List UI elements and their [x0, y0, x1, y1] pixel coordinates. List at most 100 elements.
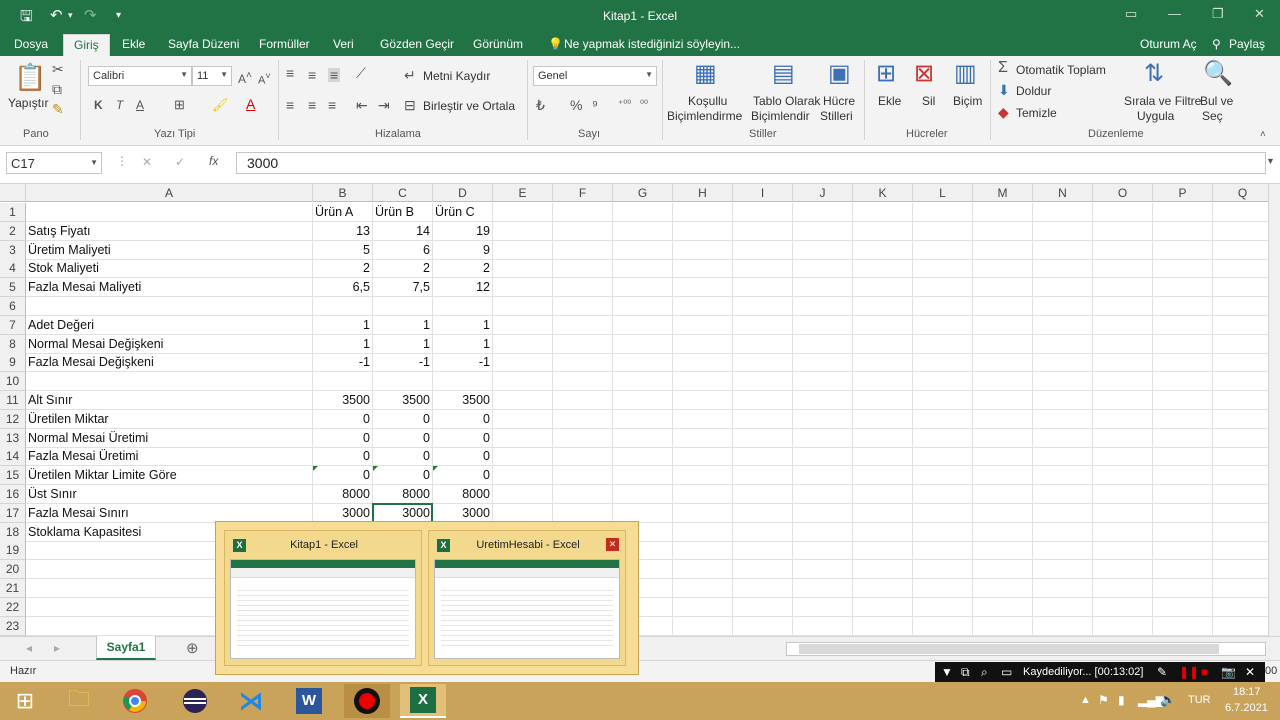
cell[interactable]	[373, 297, 433, 316]
column-header-d[interactable]: D	[433, 184, 493, 202]
align-center-icon[interactable]: ≡	[308, 98, 316, 112]
cell[interactable]	[733, 466, 793, 486]
cell[interactable]	[493, 259, 553, 279]
cell[interactable]	[1033, 391, 1093, 410]
tray-language[interactable]: TUR	[1188, 694, 1211, 706]
cell[interactable]: 0	[313, 428, 373, 448]
recorder-pen-icon[interactable]: ✎	[1157, 665, 1167, 679]
cell[interactable]	[493, 240, 553, 260]
cell[interactable]	[673, 503, 733, 523]
cell[interactable]	[613, 447, 673, 467]
cell[interactable]	[853, 597, 913, 617]
cell[interactable]	[1033, 409, 1093, 429]
taskbar-recorder[interactable]	[344, 684, 390, 718]
cell[interactable]	[913, 278, 973, 298]
cell[interactable]	[1213, 353, 1268, 373]
tray-security-icon[interactable]: ⚑	[1098, 693, 1109, 707]
cell[interactable]	[1153, 485, 1213, 504]
close-icon[interactable]: ✕	[1254, 6, 1265, 22]
cell[interactable]	[1213, 410, 1268, 429]
insert-cells-icon[interactable]: ⊞	[876, 62, 896, 86]
align-right-icon[interactable]: ≡	[328, 98, 336, 112]
maximize-icon[interactable]: ❐	[1212, 6, 1224, 22]
cell[interactable]	[613, 278, 673, 298]
tab-insert[interactable]: Ekle	[122, 37, 145, 51]
wrap-text-button[interactable]: Metni Kaydır	[423, 69, 490, 83]
cell[interactable]	[673, 221, 733, 241]
cell[interactable]: 14	[373, 221, 433, 241]
cell[interactable]	[793, 297, 853, 316]
column-header-a[interactable]: A	[26, 184, 313, 202]
cell[interactable]	[1213, 372, 1268, 392]
cell[interactable]	[973, 334, 1033, 354]
cell[interactable]	[1093, 428, 1153, 448]
cell[interactable]	[913, 579, 973, 598]
cell[interactable]: 8000	[313, 485, 373, 504]
cell[interactable]	[793, 278, 853, 298]
row-header[interactable]: 17	[0, 503, 26, 523]
row-header[interactable]: 4	[0, 259, 26, 279]
row-header[interactable]: 2	[0, 221, 26, 241]
cell[interactable]	[913, 334, 973, 354]
cell[interactable]	[913, 597, 973, 617]
cell[interactable]: Ürün A	[313, 203, 373, 222]
autosum-button[interactable]: Otomatik Toplam	[1016, 63, 1106, 77]
cell[interactable]	[733, 597, 793, 617]
cell[interactable]	[26, 297, 313, 316]
cell[interactable]	[913, 409, 973, 429]
cell[interactable]	[1093, 297, 1153, 316]
cell[interactable]: 0	[373, 466, 433, 486]
cell[interactable]	[1093, 409, 1153, 429]
row-header[interactable]: 18	[0, 522, 26, 542]
cell[interactable]	[1033, 353, 1093, 373]
cell[interactable]	[913, 466, 973, 486]
cell[interactable]	[1213, 523, 1268, 542]
cell[interactable]: 9	[433, 240, 493, 260]
cell[interactable]	[613, 503, 673, 523]
cell[interactable]	[853, 485, 913, 504]
cell[interactable]: Satış Fiyatı	[26, 221, 313, 241]
cell[interactable]: 1	[373, 334, 433, 354]
cell[interactable]	[733, 522, 793, 542]
cell[interactable]	[1033, 203, 1093, 222]
sheet-tab-sayfa1[interactable]: Sayfa1	[96, 636, 156, 660]
percent-button[interactable]: %	[570, 98, 582, 112]
cell[interactable]	[613, 466, 673, 486]
align-middle-icon[interactable]: ≡	[308, 68, 316, 82]
cond-format-label-2[interactable]: Biçimlendirme	[667, 109, 742, 123]
column-header-j[interactable]: J	[793, 184, 853, 202]
cell[interactable]	[853, 315, 913, 335]
cell[interactable]	[673, 259, 733, 279]
increase-decimal-icon[interactable]: ⁺⁰⁰	[618, 98, 631, 112]
cell[interactable]	[1093, 353, 1153, 373]
cell[interactable]	[613, 315, 673, 335]
start-button[interactable]: ⊞	[2, 684, 48, 718]
cell[interactable]	[1093, 503, 1153, 523]
cell[interactable]	[973, 597, 1033, 617]
cell[interactable]	[913, 221, 973, 241]
cell[interactable]	[493, 221, 553, 241]
cell[interactable]	[673, 297, 733, 316]
cell[interactable]	[1093, 391, 1153, 410]
cell[interactable]	[853, 447, 913, 467]
cell[interactable]	[733, 485, 793, 504]
cell[interactable]	[1153, 503, 1213, 523]
cell[interactable]	[853, 616, 913, 636]
add-sheet-button[interactable]: ⊕	[186, 639, 199, 657]
cell[interactable]	[793, 259, 853, 279]
cell[interactable]	[673, 409, 733, 429]
row-header[interactable]: 12	[0, 409, 26, 429]
cell[interactable]	[1213, 560, 1268, 580]
currency-icon[interactable]: ₺	[536, 98, 545, 112]
cell[interactable]	[1213, 466, 1268, 486]
cell[interactable]	[1153, 240, 1213, 260]
cell[interactable]	[673, 428, 733, 448]
cell[interactable]	[853, 503, 913, 523]
cell[interactable]	[433, 372, 493, 392]
cell[interactable]: Normal Mesai Değişkeni	[26, 334, 313, 354]
cell[interactable]	[973, 428, 1033, 448]
taskbar-explorer[interactable]: 🗀	[56, 684, 102, 718]
error-indicator-icon[interactable]	[433, 466, 438, 472]
cell[interactable]	[973, 203, 1033, 222]
column-header-c[interactable]: C	[373, 184, 433, 202]
